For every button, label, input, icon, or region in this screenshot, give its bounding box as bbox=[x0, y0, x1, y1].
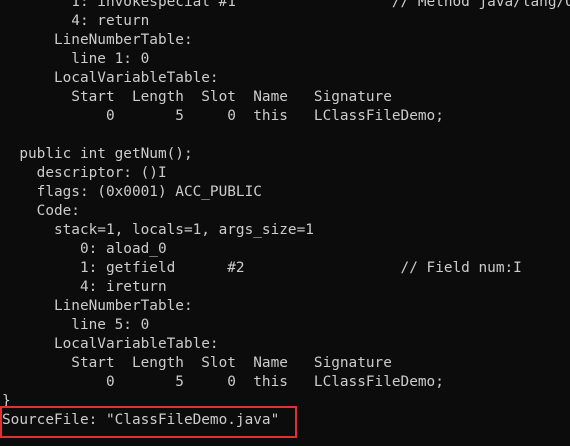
code-line-lvt-columns: Start Length Slot Name Signature bbox=[2, 89, 392, 105]
code-line-stack-info: stack=1, locals=1, args_size=1 bbox=[2, 222, 314, 238]
code-line-local-variable-table-header-2: LocalVariableTable: bbox=[2, 336, 219, 352]
code-line-lvt-row: 0 5 0 this LClassFileDemo; bbox=[2, 108, 444, 124]
code-line-line-number-entry-2: line 5: 0 bbox=[2, 317, 150, 333]
terminal-output[interactable]: 1: invokespecial #1 // Method java/lang/… bbox=[0, 0, 570, 446]
terminal-lines: 1: invokespecial #1 // Method java/lang/… bbox=[2, 0, 570, 430]
code-line-source-file: SourceFile: "ClassFileDemo.java" bbox=[2, 412, 280, 428]
code-line-closing-brace: } bbox=[2, 393, 11, 409]
code-line-invokespecial: 1: invokespecial #1 // Method java/lang/… bbox=[71, 0, 570, 10]
code-line-line-number-entry: line 1: 0 bbox=[2, 51, 150, 67]
code-line-return: 4: return bbox=[2, 13, 150, 29]
code-line-line-number-table-header-2: LineNumberTable: bbox=[2, 298, 193, 314]
code-line-getfield: 1: getfield #2 // Field num:I bbox=[2, 260, 522, 276]
code-line-lvt-row-2: 0 5 0 this LClassFileDemo; bbox=[2, 374, 444, 390]
code-line-aload: 0: aload_0 bbox=[2, 241, 167, 257]
code-line-lvt-columns-2: Start Length Slot Name Signature bbox=[2, 355, 392, 371]
code-line-ireturn: 4: ireturn bbox=[2, 279, 167, 295]
code-line-code-header: Code: bbox=[2, 203, 80, 219]
code-line-local-variable-table-header: LocalVariableTable: bbox=[2, 70, 219, 86]
code-line-method-signature: public int getNum(); bbox=[2, 146, 193, 162]
code-line-line-number-table-header: LineNumberTable: bbox=[2, 32, 193, 48]
code-line-descriptor: descriptor: ()I bbox=[2, 165, 167, 181]
code-line-flags: flags: (0x0001) ACC_PUBLIC bbox=[2, 184, 262, 200]
